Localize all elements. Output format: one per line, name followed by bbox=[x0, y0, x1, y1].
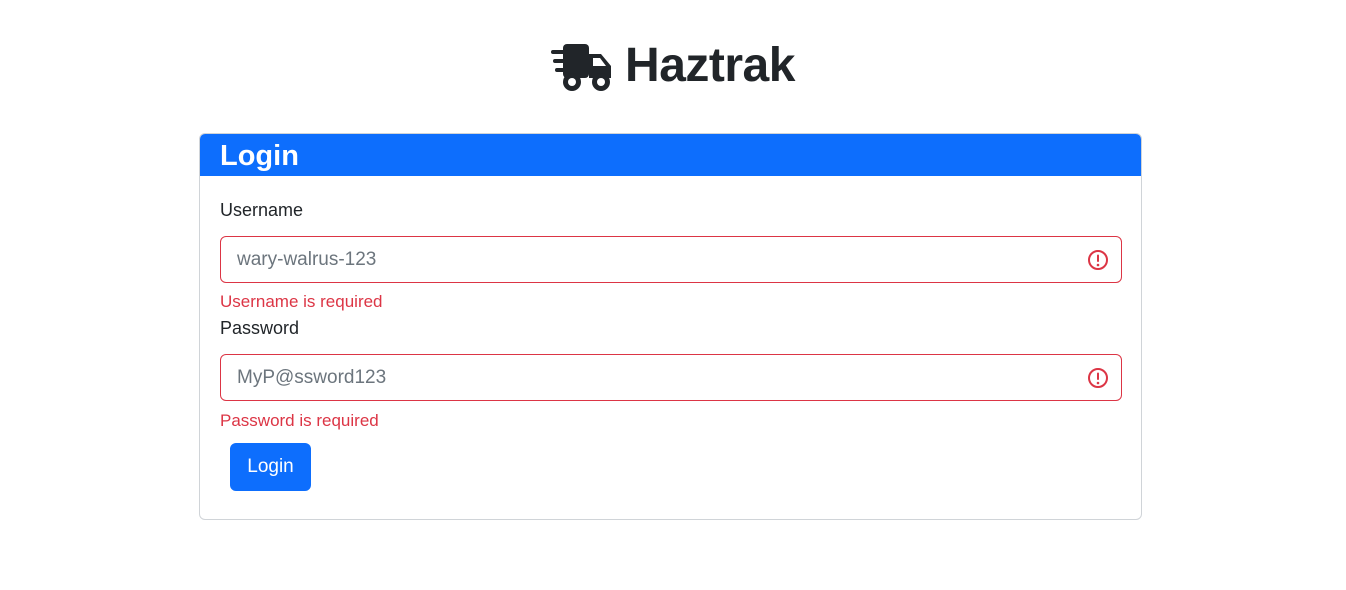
password-input[interactable]: MyP@ssword123 bbox=[220, 354, 1122, 401]
card-title: Login bbox=[220, 139, 299, 172]
password-placeholder: MyP@ssword123 bbox=[237, 366, 387, 388]
card-header: Login bbox=[200, 134, 1141, 176]
username-placeholder: wary-walrus-123 bbox=[237, 248, 377, 270]
login-button[interactable]: Login bbox=[230, 443, 311, 491]
password-label: Password bbox=[220, 318, 300, 338]
username-error: Username is required bbox=[220, 292, 383, 311]
username-input[interactable]: wary-walrus-123 bbox=[220, 236, 1122, 283]
password-error: Password is required bbox=[220, 411, 379, 430]
brand-header: Haztrak bbox=[0, 40, 1346, 92]
exclamation-circle-icon bbox=[1088, 368, 1108, 388]
truck-fast-icon bbox=[551, 44, 612, 91]
login-card: Login Username wary-walrus-123 Username … bbox=[199, 133, 1142, 520]
username-label: Username bbox=[220, 200, 304, 220]
app-title: Haztrak bbox=[625, 39, 795, 92]
exclamation-circle-icon bbox=[1088, 250, 1108, 270]
